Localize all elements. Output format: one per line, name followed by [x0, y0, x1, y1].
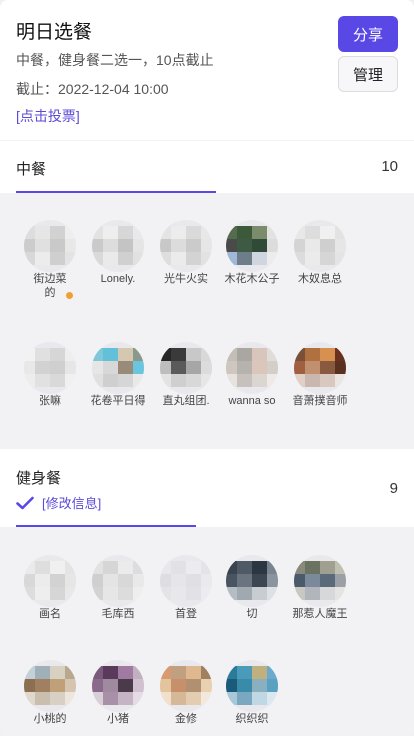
- page-title: 明日选餐: [16, 22, 93, 43]
- vote-description: 中餐，健身餐二选一，10点截止: [16, 52, 214, 68]
- avatar: [294, 342, 346, 394]
- avatar: [160, 220, 212, 272]
- voter-item[interactable]: 金修: [156, 660, 216, 726]
- vote-count: 10: [381, 158, 398, 175]
- option-underline: [16, 525, 196, 527]
- voter-name: Lonely.: [100, 273, 136, 285]
- voter-item[interactable]: 小桃的: [20, 660, 80, 726]
- status-dot-icon: [66, 292, 73, 299]
- option-title: 健身餐: [16, 470, 62, 487]
- voter-item[interactable]: 织织织: [222, 660, 282, 726]
- avatar: [24, 342, 76, 394]
- voter-name: 那惹人魔王: [292, 608, 348, 620]
- voter-item[interactable]: 首登: [156, 555, 216, 621]
- voter-name: 花卷平日得: [90, 395, 146, 407]
- avatar: [160, 660, 212, 712]
- voter-name: 音萧撲音师: [292, 395, 348, 407]
- voter-name: 金修: [175, 713, 197, 725]
- avatar: [24, 220, 76, 272]
- avatar: [92, 555, 144, 607]
- avatar: [226, 555, 278, 607]
- avatar: [160, 555, 212, 607]
- share-button[interactable]: 分享: [338, 16, 398, 52]
- voter-item[interactable]: 毛库西: [88, 555, 148, 621]
- option-section-header[interactable]: 健身餐 9 [修改信息]: [0, 449, 414, 527]
- voter-name: 张嘛: [39, 395, 61, 407]
- avatar: [294, 220, 346, 272]
- voter-item[interactable]: 画名: [20, 555, 80, 621]
- voter-item[interactable]: 花卷平日得: [88, 342, 148, 408]
- voter-item[interactable]: 那惹人魔王: [290, 555, 350, 621]
- voter-item[interactable]: 切: [222, 555, 282, 621]
- avatar: [226, 220, 278, 272]
- voter-name: 毛库西: [101, 608, 135, 620]
- avatar: [92, 660, 144, 712]
- vote-link[interactable]: [点击投票]: [16, 106, 80, 126]
- deadline-text: 截止：2022-12-04 10:00: [16, 81, 169, 97]
- voter-name: 切: [246, 608, 258, 620]
- voter-item[interactable]: 木奴息总: [290, 220, 350, 286]
- avatar: [294, 555, 346, 607]
- avatar: [92, 342, 144, 394]
- avatar: [160, 342, 212, 394]
- avatar: [226, 342, 278, 394]
- voter-name: wanna so: [228, 395, 276, 407]
- voter-item[interactable]: 直丸组团.: [156, 342, 216, 408]
- option-section-header[interactable]: 中餐 10: [0, 141, 414, 193]
- option-title: 中餐: [16, 161, 47, 178]
- voter-item[interactable]: 木花木公子: [222, 220, 282, 286]
- voter-name: 光牛火实: [164, 273, 208, 285]
- voter-name: 街边菜: [33, 273, 67, 285]
- option-underline: [16, 191, 216, 193]
- voter-name: 直丸组团.: [162, 395, 210, 407]
- voter-name: 首登: [175, 608, 197, 620]
- voter-item[interactable]: Lonely.: [88, 220, 148, 286]
- voter-name: 木奴息总: [298, 273, 342, 285]
- voter-item[interactable]: 街边菜的: [20, 220, 80, 300]
- voter-item[interactable]: 小猪: [88, 660, 148, 726]
- vote-count: 9: [389, 480, 398, 497]
- manage-button[interactable]: 管理: [338, 56, 398, 92]
- avatar: [24, 555, 76, 607]
- voter-name: 织织织: [235, 713, 269, 725]
- voter-item[interactable]: 张嘛: [20, 342, 80, 408]
- meal-vote-card: 明日选餐 中餐，健身餐二选一，10点截止 截止：2022-12-04 10:00…: [0, 0, 414, 736]
- check-icon: [16, 496, 34, 509]
- voter-name: 小猪: [107, 713, 129, 725]
- voter-item[interactable]: wanna so: [222, 342, 282, 408]
- voter-name: 画名: [39, 608, 61, 620]
- avatar: [24, 660, 76, 712]
- voter-name: 小桃的: [33, 713, 67, 725]
- voter-item[interactable]: 光牛火实: [156, 220, 216, 286]
- edit-info-label: [修改信息]: [42, 496, 102, 511]
- voter-item[interactable]: 音萧撲音师: [290, 342, 350, 408]
- avatar: [226, 660, 278, 712]
- avatar: [92, 220, 144, 272]
- vote-header: 明日选餐 中餐，健身餐二选一，10点截止 截止：2022-12-04 10:00…: [0, 0, 414, 140]
- voter-name: 木花木公子: [224, 273, 280, 285]
- edit-info-link[interactable]: [修改信息]: [16, 493, 101, 512]
